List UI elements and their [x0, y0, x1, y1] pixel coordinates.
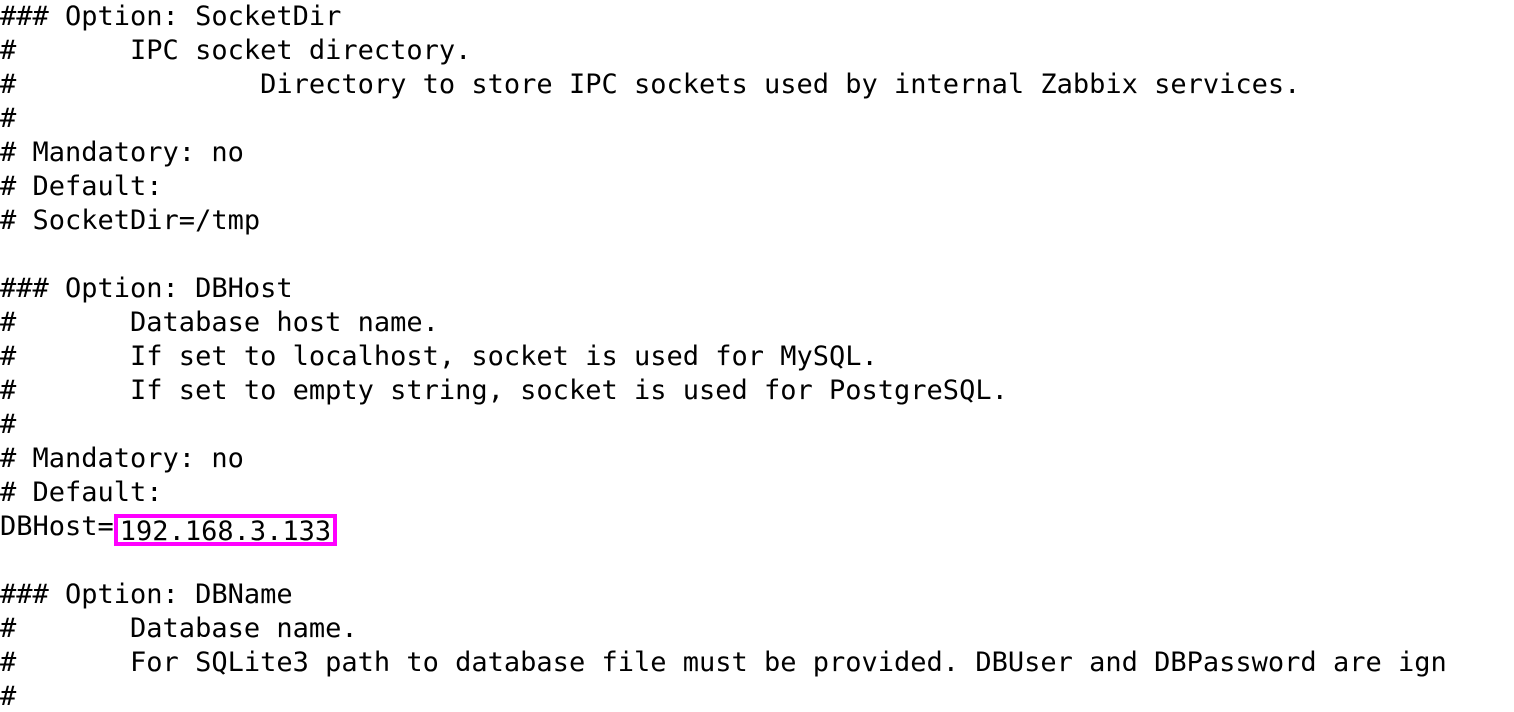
config-line: #: [0, 681, 17, 712]
config-line: # Database host name.: [0, 307, 439, 338]
config-line: # If set to empty string, socket is used…: [0, 375, 1008, 406]
config-line: # Default:: [0, 171, 163, 202]
config-line: # For SQLite3 path to database file must…: [0, 647, 1447, 678]
config-line: # IPC socket directory.: [0, 35, 472, 66]
dbhost-value-highlight-box[interactable]: 192.168.3.133: [113, 514, 338, 546]
dbhost-key-label: DBHost=: [0, 511, 114, 542]
config-line: # If set to localhost, socket is used fo…: [0, 341, 878, 372]
config-line: # Default:: [0, 477, 163, 508]
config-line: ### Option: DBName: [0, 579, 293, 610]
config-line: ### Option: SocketDir: [0, 1, 342, 32]
config-line: # Database name.: [0, 613, 358, 644]
config-file-text-view[interactable]: ### Option: SocketDir # IPC socket direc…: [0, 0, 1514, 712]
config-line: # Directory to store IPC sockets used by…: [0, 69, 1301, 100]
config-line: #: [0, 409, 17, 440]
config-line: ### Option: DBHost: [0, 273, 293, 304]
config-line: # Mandatory: no: [0, 137, 244, 168]
config-line: #: [0, 103, 17, 134]
dbhost-assignment-line[interactable]: DBHost= 192.168.3.133: [0, 510, 338, 546]
config-line: # Mandatory: no: [0, 443, 244, 474]
config-line: # SocketDir=/tmp: [0, 205, 261, 236]
